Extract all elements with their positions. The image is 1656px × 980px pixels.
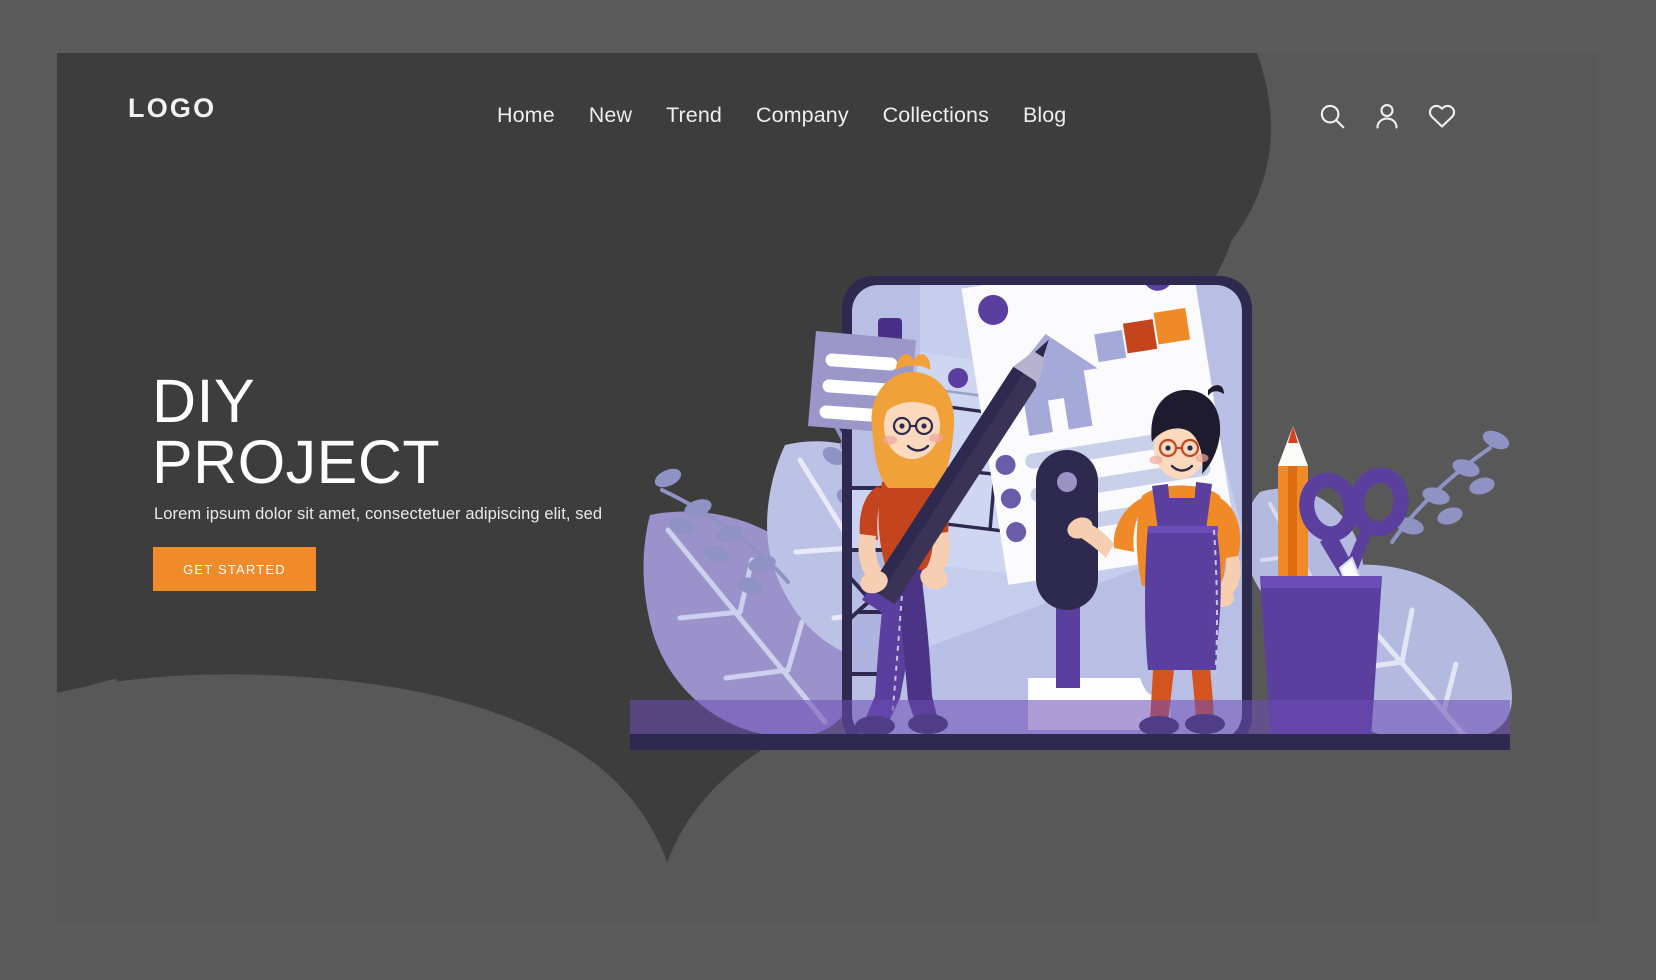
nav-item-collections[interactable]: Collections (883, 103, 989, 128)
pencil-cup-rim (1260, 576, 1382, 588)
swatch-orange (1153, 307, 1191, 345)
diy-illustration-svg (630, 276, 1512, 750)
nav-item-trend[interactable]: Trend (666, 103, 722, 128)
man-overalls (1145, 526, 1221, 670)
man-overalls-seam (1148, 526, 1218, 533)
ground-shadow (630, 700, 1510, 734)
page-title: DIY PROJECT (152, 367, 441, 496)
landing-page: LOGO Home New Trend Company Collections … (0, 0, 1656, 980)
nav-item-company[interactable]: Company (756, 103, 849, 128)
nav-item-blog[interactable]: Blog (1023, 103, 1066, 128)
logo[interactable]: LOGO (128, 93, 216, 124)
heart-icon[interactable] (1427, 101, 1457, 131)
ground-bar (630, 734, 1510, 750)
get-started-button[interactable]: GET STARTED (153, 547, 316, 591)
user-icon[interactable] (1372, 101, 1402, 131)
header-actions (1317, 101, 1457, 131)
swatch-lavender (1094, 330, 1127, 363)
nav-item-new[interactable]: New (589, 103, 632, 128)
swatch-rust (1122, 319, 1158, 354)
main-navigation: Home New Trend Company Collections Blog (497, 103, 1066, 128)
site-header: LOGO Home New Trend Company Collections … (57, 53, 1597, 218)
hero-subtitle: Lorem ipsum dolor sit amet, consectetuer… (154, 505, 603, 523)
nav-item-home[interactable]: Home (497, 103, 555, 128)
hero-illustration (620, 230, 1520, 790)
search-icon[interactable] (1317, 101, 1347, 131)
twig-right (1390, 430, 1510, 544)
